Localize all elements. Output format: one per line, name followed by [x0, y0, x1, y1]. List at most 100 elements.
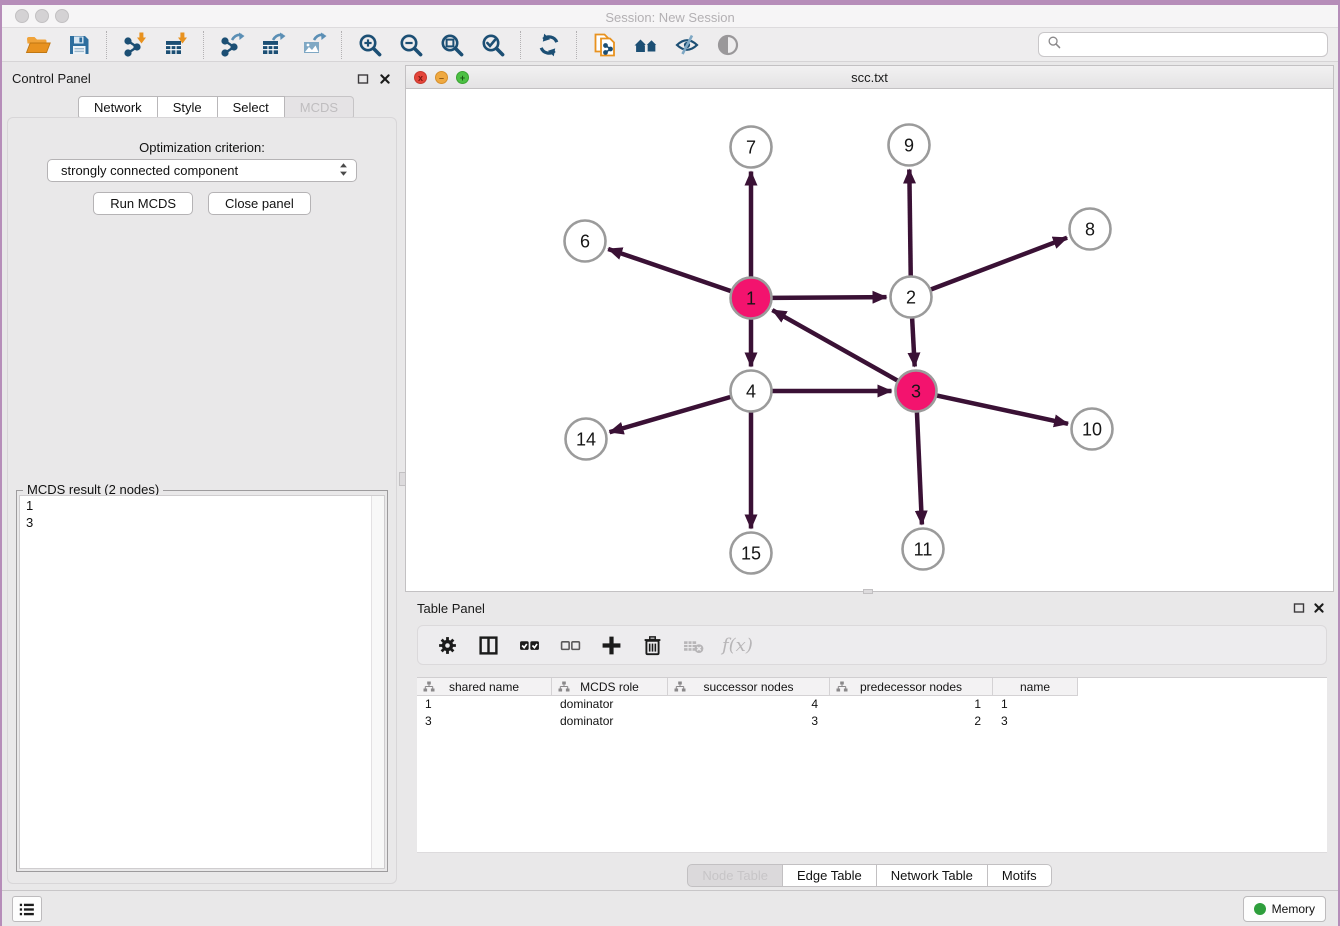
node-2[interactable]: 2	[891, 277, 932, 318]
new-network-from-selection-icon[interactable]	[591, 31, 618, 58]
tab-mcds[interactable]: MCDS	[285, 96, 354, 118]
table-cell[interactable]: 3	[417, 713, 552, 730]
edge-3-1[interactable]	[772, 310, 897, 380]
node-6[interactable]: 6	[565, 221, 606, 262]
node-4[interactable]: 4	[731, 371, 772, 412]
control-panel-float-icon[interactable]	[356, 72, 370, 86]
select-all-icon[interactable]	[517, 633, 541, 657]
svg-text:7: 7	[746, 138, 756, 158]
tab-motifs[interactable]: Motifs	[988, 864, 1052, 887]
export-image-icon[interactable]	[300, 31, 327, 58]
node-10[interactable]: 10	[1072, 409, 1113, 450]
horizontal-splitter-handle[interactable]	[863, 589, 873, 594]
table-cell[interactable]: 2	[830, 713, 993, 730]
table-cell[interactable]: 1	[993, 696, 1078, 713]
edge-3-11[interactable]	[917, 412, 922, 524]
svg-text:4: 4	[746, 382, 756, 402]
memory-label: Memory	[1272, 902, 1315, 916]
control-panel-close-icon[interactable]	[378, 72, 392, 86]
task-history-button[interactable]	[12, 896, 42, 922]
zoom-in-icon[interactable]	[356, 31, 383, 58]
edge-4-14[interactable]	[610, 397, 731, 432]
export-network-icon[interactable]	[218, 31, 245, 58]
control-panel: Control Panel NetworkStyleSelectMCDS Opt…	[2, 62, 402, 890]
save-icon[interactable]	[65, 31, 92, 58]
table-cell[interactable]: 1	[417, 696, 552, 713]
node-15[interactable]: 15	[731, 533, 772, 574]
edge-2-9[interactable]	[909, 169, 910, 275]
tab-network[interactable]: Network	[78, 96, 158, 118]
import-network-icon[interactable]	[121, 31, 148, 58]
node-7[interactable]: 7	[731, 127, 772, 168]
table-cell[interactable]: dominator	[552, 696, 668, 713]
table-cell[interactable]: 3	[993, 713, 1078, 730]
hide-selected-icon[interactable]	[673, 31, 700, 58]
tab-select[interactable]: Select	[218, 96, 285, 118]
app-title: Session: New Session	[2, 10, 1338, 25]
column-label: shared name	[449, 680, 519, 694]
tab-network-table[interactable]: Network Table	[877, 864, 988, 887]
deselect-all-icon[interactable]	[558, 633, 582, 657]
edge-1-6[interactable]	[608, 249, 730, 291]
svg-text:8: 8	[1085, 220, 1095, 240]
close-panel-button[interactable]: Close panel	[208, 192, 311, 215]
node-9[interactable]: 9	[889, 125, 930, 166]
mcds-result-box: MCDS result (2 nodes) 13	[16, 490, 388, 872]
table-cell[interactable]: 4	[668, 696, 830, 713]
table-cell[interactable]: dominator	[552, 713, 668, 730]
column-header-name[interactable]: name	[993, 678, 1078, 696]
result-item[interactable]: 3	[26, 514, 384, 531]
table-panel-close-icon[interactable]	[1312, 601, 1326, 615]
graphics-details-icon[interactable]	[714, 31, 741, 58]
svg-text:11: 11	[914, 540, 933, 560]
zoom-fit-icon[interactable]	[438, 31, 465, 58]
export-table-icon[interactable]	[259, 31, 286, 58]
table-row: 1dominator411	[417, 696, 1327, 713]
table-cell[interactable]: 3	[668, 713, 830, 730]
table-tabs: Node TableEdge TableNetwork TableMotifs	[405, 864, 1334, 887]
svg-text:10: 10	[1082, 420, 1102, 440]
import-table-icon[interactable]	[162, 31, 189, 58]
table-cell[interactable]: 1	[830, 696, 993, 713]
open-folder-icon[interactable]	[24, 31, 51, 58]
column-header-MCDS-role[interactable]: MCDS role	[552, 678, 668, 696]
network-window-titlebar: x – + scc.txt	[406, 66, 1333, 89]
result-item[interactable]: 1	[26, 497, 384, 514]
tab-node-table[interactable]: Node Table	[687, 864, 783, 887]
node-1[interactable]: 1	[731, 278, 772, 319]
column-header-predecessor-nodes[interactable]: predecessor nodes	[830, 678, 993, 696]
optimization-criterion-select[interactable]: strongly connected component	[47, 159, 357, 182]
tab-edge-table[interactable]: Edge Table	[783, 864, 877, 887]
node-11[interactable]: 11	[903, 529, 944, 570]
search-field[interactable]	[1038, 32, 1328, 57]
zoom-out-icon[interactable]	[397, 31, 424, 58]
memory-button[interactable]: Memory	[1243, 896, 1326, 922]
table-panel-float-icon[interactable]	[1292, 601, 1306, 615]
column-header-shared-name[interactable]: shared name	[417, 678, 552, 696]
node-3[interactable]: 3	[896, 371, 937, 412]
refresh-icon[interactable]	[535, 31, 562, 58]
add-column-icon[interactable]	[599, 633, 623, 657]
zoom-selected-icon[interactable]	[479, 31, 506, 58]
result-scrollbar[interactable]	[371, 496, 384, 868]
search-input[interactable]	[1067, 37, 1319, 52]
network-canvas[interactable]: 7 9 6 8 1 2 4 3 14 10 15 11	[406, 89, 1333, 591]
edge-3-10[interactable]	[937, 396, 1068, 424]
column-header-successor-nodes[interactable]: successor nodes	[668, 678, 830, 696]
edge-2-3[interactable]	[912, 318, 915, 366]
tab-style[interactable]: Style	[158, 96, 218, 118]
run-mcds-button[interactable]: Run MCDS	[93, 192, 193, 215]
network-graph[interactable]: 7 9 6 8 1 2 4 3 14 10 15 11	[406, 89, 1333, 591]
control-panel-tabs: NetworkStyleSelectMCDS	[78, 96, 354, 118]
node-14[interactable]: 14	[566, 419, 607, 460]
gear-icon[interactable]	[435, 633, 459, 657]
node-8[interactable]: 8	[1070, 209, 1111, 250]
homes-icon[interactable]	[632, 31, 659, 58]
svg-text:2: 2	[906, 288, 916, 308]
table-toolbar: f(x)	[417, 625, 1327, 665]
edge-2-8[interactable]	[931, 238, 1067, 290]
delete-column-icon[interactable]	[640, 633, 664, 657]
column-label: name	[1020, 680, 1050, 694]
split-panel-icon[interactable]	[476, 633, 500, 657]
edge-1-2[interactable]	[772, 297, 886, 298]
